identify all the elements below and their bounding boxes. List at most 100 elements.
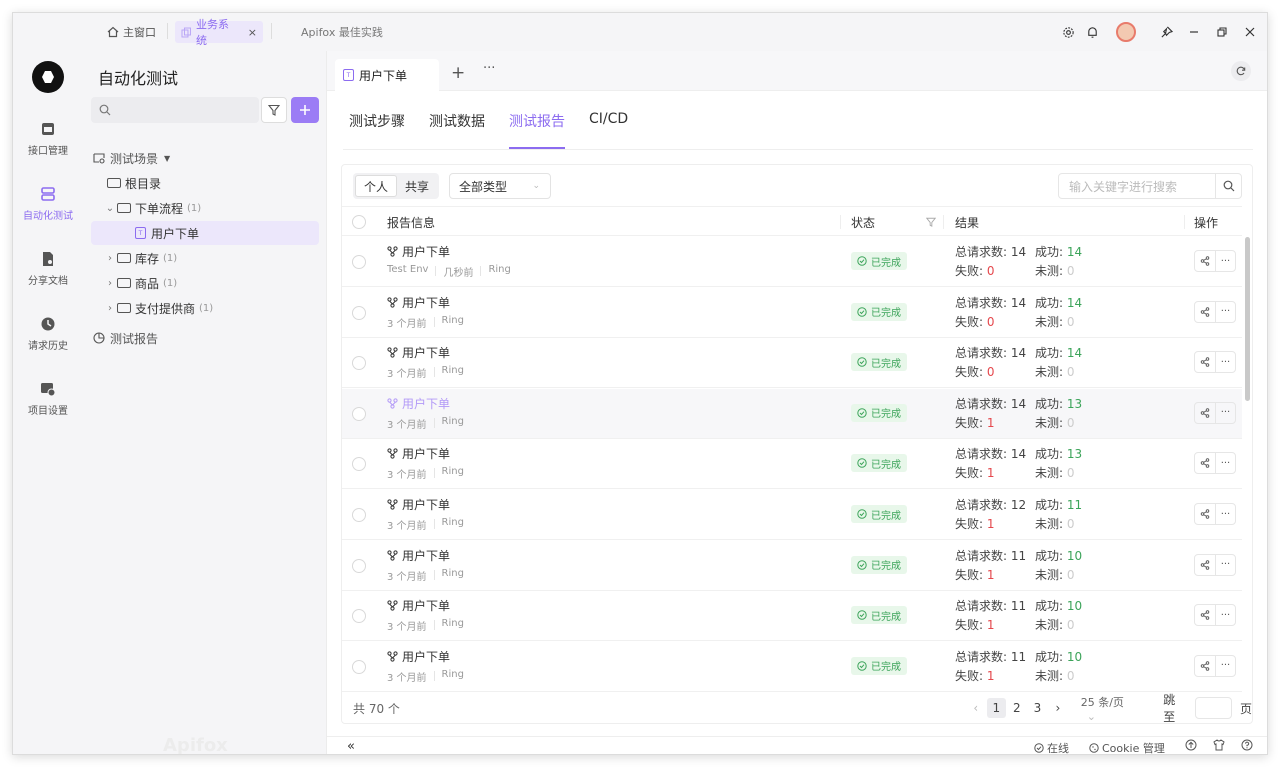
tab-apifox-best-practice[interactable]: Apifox 最佳实践 (295, 21, 389, 43)
help-icon[interactable] (1241, 739, 1253, 754)
share-icon[interactable] (1195, 656, 1215, 676)
tree-scenes-header[interactable]: 测试场景 ▼ (93, 146, 321, 170)
share-icon[interactable] (1195, 605, 1215, 625)
scope-shared-button[interactable]: 共享 (397, 175, 437, 197)
rail-item-share-docs[interactable]: 分享文档 (13, 251, 83, 287)
minimize-icon[interactable] (1183, 21, 1205, 43)
next-page-icon[interactable]: › (1048, 698, 1068, 718)
table-row[interactable]: 用户下单 3 个月前 Ring 已完成 总请求数: 11 成功: 10 失败: 1… (342, 642, 1242, 692)
tab-main-window[interactable]: 主窗口 (101, 21, 162, 43)
tree-search-input[interactable] (91, 97, 259, 123)
refresh-icon[interactable] (1231, 61, 1251, 81)
tree-node-order-flow[interactable]: ⌄ 下单流程 (1) (103, 196, 331, 220)
table-row[interactable]: 用户下单 3 个月前 Ring 已完成 总请求数: 14 成功: 13 失败: 1… (342, 439, 1242, 490)
bell-icon[interactable] (1081, 21, 1103, 43)
table-row[interactable]: 用户下单 3 个月前 Ring 已完成 总请求数: 14 成功: 13 失败: 1… (342, 388, 1242, 439)
page-size-select[interactable]: 25 条/页 ⌄ (1081, 694, 1142, 723)
type-select[interactable]: 全部类型 ⌄ (449, 173, 551, 199)
filter-button[interactable] (261, 97, 287, 123)
row-checkbox[interactable] (352, 255, 366, 269)
share-icon[interactable] (1195, 504, 1215, 524)
tree-node-products[interactable]: › 商品 (1) (103, 271, 331, 295)
select-all-checkbox[interactable] (352, 207, 366, 237)
more-icon[interactable]: ··· (1214, 453, 1235, 474)
row-checkbox[interactable] (352, 305, 366, 320)
share-icon[interactable] (1195, 251, 1215, 271)
share-icon[interactable] (1195, 555, 1215, 575)
tab-ci-cd[interactable]: CI/CD (589, 111, 628, 149)
rail-item-settings[interactable]: 项目设置 (13, 381, 83, 417)
more-icon[interactable]: ··· (1214, 504, 1235, 524)
table-row[interactable]: 用户下单 3 个月前 Ring 已完成 总请求数: 11 成功: 10 失败: 1… (342, 591, 1242, 642)
doc-tab-user-order[interactable]: T 用户下单 (335, 59, 439, 91)
tab-test-steps[interactable]: 测试步骤 (349, 111, 405, 149)
scrollbar[interactable] (1245, 237, 1250, 401)
new-tab-plus-icon[interactable]: + (451, 63, 465, 83)
share-icon[interactable] (1195, 352, 1215, 372)
tab-close-icon[interactable]: × (248, 26, 257, 39)
rail-item-api[interactable]: 接口管理 (13, 121, 83, 157)
tree-node-inventory[interactable]: › 库存 (1) (103, 246, 331, 270)
page-3[interactable]: 3 (1028, 698, 1048, 718)
more-tabs-icon[interactable]: ··· (483, 61, 495, 76)
close-icon[interactable] (1239, 21, 1261, 43)
status-filter-icon[interactable] (926, 207, 936, 237)
jump-page-input[interactable] (1194, 697, 1232, 719)
tree-node-payment[interactable]: › 支付提供商 (1) (103, 296, 331, 320)
more-icon[interactable]: ··· (1214, 352, 1235, 373)
report-name-link[interactable]: 用户下单 (387, 243, 450, 260)
report-name-link[interactable]: 用户下单 (387, 547, 450, 564)
restore-icon[interactable] (1211, 21, 1233, 43)
report-name-link[interactable]: 用户下单 (387, 597, 450, 614)
tab-test-data[interactable]: 测试数据 (429, 111, 485, 149)
more-icon[interactable]: ··· (1214, 655, 1235, 676)
share-icon[interactable] (1195, 302, 1215, 322)
row-checkbox[interactable] (352, 558, 366, 573)
upload-icon[interactable] (1185, 739, 1197, 754)
rail-item-history[interactable]: 请求历史 (13, 316, 83, 352)
tree-node-root[interactable]: 根目录 (107, 171, 335, 195)
table-row[interactable]: 用户下单 3 个月前 Ring 已完成 总请求数: 11 成功: 10 失败: 1… (342, 541, 1242, 591)
pin-icon[interactable] (1155, 21, 1177, 43)
collapse-sidebar-icon[interactable]: « (347, 739, 355, 754)
page-1[interactable]: 1 (986, 698, 1007, 718)
share-icon[interactable] (1195, 403, 1215, 423)
table-row[interactable]: 用户下单 Test Env 几秒前 Ring 已完成 总请求数: 14 成功: 14… (342, 237, 1242, 287)
report-name-link[interactable]: 用户下单 (387, 395, 450, 412)
row-checkbox[interactable] (352, 406, 366, 421)
table-row[interactable]: 用户下单 3 个月前 Ring 已完成 总请求数: 14 成功: 14 失败: 0… (342, 338, 1242, 389)
page-2[interactable]: 2 (1007, 698, 1027, 718)
online-status[interactable]: 在线 (1034, 740, 1069, 754)
tab-business-system[interactable]: 业务系统 × (175, 18, 263, 47)
tree-reports[interactable]: 测试报告 (93, 326, 321, 350)
tab-test-report[interactable]: 测试报告 (509, 111, 565, 149)
more-icon[interactable]: ··· (1214, 301, 1235, 322)
prev-page-icon[interactable]: ‹ (966, 698, 986, 718)
report-name-link[interactable]: 用户下单 (387, 445, 450, 462)
row-checkbox[interactable] (352, 356, 366, 371)
report-name-link[interactable]: 用户下单 (387, 344, 450, 361)
row-checkbox[interactable] (352, 659, 366, 674)
more-icon[interactable]: ··· (1214, 554, 1235, 575)
row-checkbox[interactable] (352, 609, 366, 624)
keyword-search-input[interactable]: 输入关键字进行搜索 (1058, 173, 1242, 199)
row-checkbox[interactable] (352, 457, 366, 472)
report-name-link[interactable]: 用户下单 (387, 294, 450, 311)
report-name-link[interactable]: 用户下单 (387, 648, 450, 665)
row-checkbox[interactable] (352, 508, 366, 522)
tree-node-user-order[interactable]: T 用户下单 (91, 221, 319, 245)
scope-personal-button[interactable]: 个人 (355, 175, 398, 197)
search-button[interactable] (1215, 174, 1241, 198)
rail-item-automation[interactable]: 自动化测试 (13, 186, 83, 222)
more-icon[interactable]: ··· (1214, 251, 1235, 271)
add-button[interactable] (291, 97, 319, 123)
avatar[interactable] (1115, 21, 1137, 43)
settings-gear-icon[interactable] (1057, 21, 1079, 43)
shirt-icon[interactable] (1213, 739, 1225, 754)
more-icon[interactable]: ··· (1214, 605, 1235, 626)
table-row[interactable]: 用户下单 3 个月前 Ring 已完成 总请求数: 12 成功: 11 失败: 1… (342, 490, 1242, 540)
report-name-link[interactable]: 用户下单 (387, 496, 450, 513)
table-row[interactable]: 用户下单 3 个月前 Ring 已完成 总请求数: 14 成功: 14 失败: 0… (342, 288, 1242, 338)
share-icon[interactable] (1195, 453, 1215, 473)
cookie-manager[interactable]: Cookie 管理 (1089, 740, 1165, 754)
